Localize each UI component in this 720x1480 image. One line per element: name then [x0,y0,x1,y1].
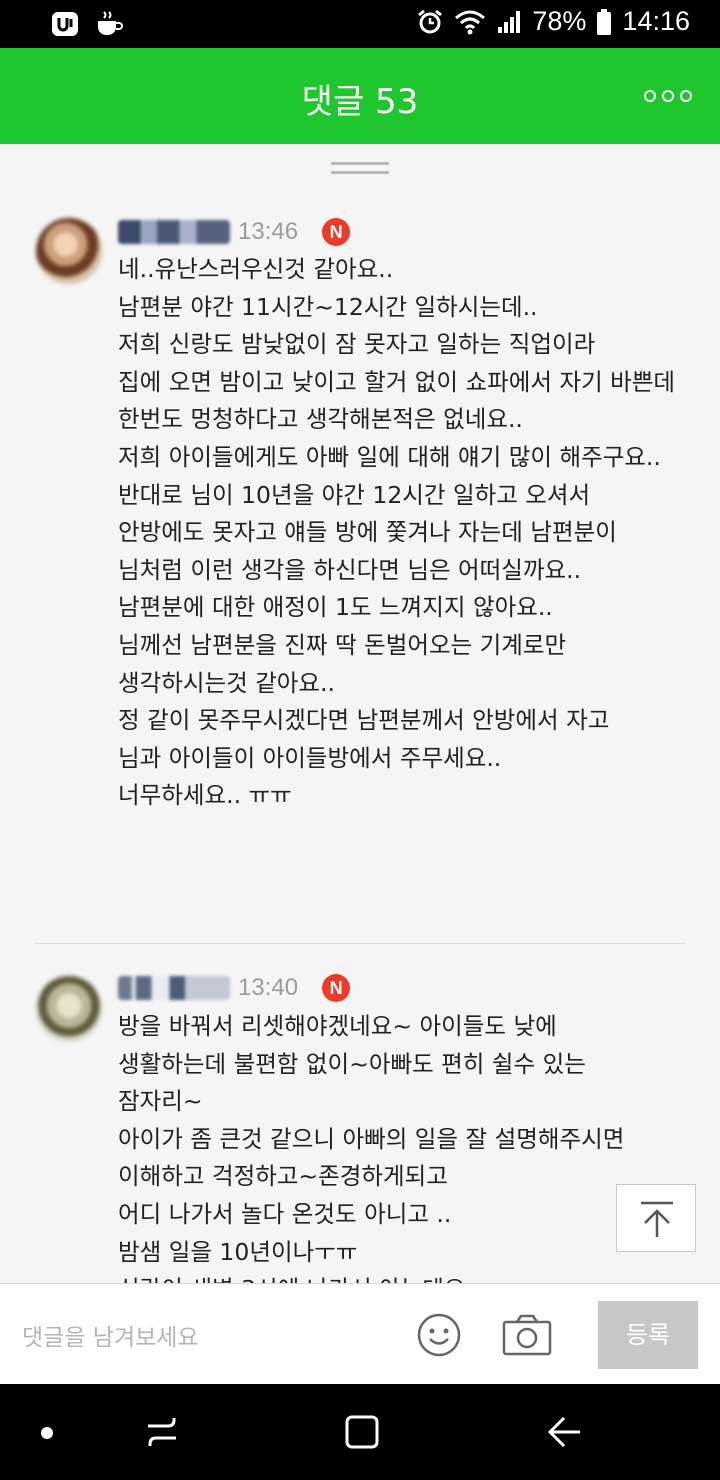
alarm-icon [418,9,443,33]
wifi-icon [455,10,486,34]
drag-handle[interactable] [331,162,389,176]
more-horizontal-icon [644,90,656,102]
home-icon[interactable] [344,1414,380,1450]
battery-percent: 78% [532,6,587,36]
comment-time: 13:46 [238,218,299,245]
comment-time: 13:40 [238,974,299,1001]
comment-divider [34,943,686,944]
comment-input-bar: 댓글을 남겨보세요 등록 [0,1283,720,1384]
scroll-to-top-button[interactable] [616,1184,696,1252]
avatar[interactable] [36,218,102,284]
system-navigation-bar [0,1384,720,1480]
status-bar: 78% 14:16 [0,0,720,48]
page-title: 댓글 53 [301,82,419,122]
smiley-icon[interactable] [416,1312,462,1358]
comment-text: 네..유난스러우신것 같아요.. 남편분 야간 11시간~12시간 일하시는데.… [118,255,676,810]
signal-icon [498,10,521,33]
coffee-icon [98,11,123,35]
back-icon[interactable] [546,1414,582,1450]
notification-icons [50,9,124,39]
nickname-blurred[interactable] [118,220,230,244]
clock: 14:16 [622,6,690,36]
comment-meta: 13:46 N [118,216,351,248]
dot-icon[interactable] [40,1426,54,1440]
nickname-blurred[interactable] [118,976,230,1000]
arrow-up-icon [641,1201,673,1237]
recent-apps-icon[interactable] [144,1414,180,1450]
comment-input[interactable]: 댓글을 남겨보세요 [22,1318,199,1352]
app-header: 댓글 53 [0,48,720,144]
comment-text: 방을 바꿔서 리셋해야겠네요~ 아이들도 낮에 생활하는데 불편함 없이~아빠도… [118,1012,625,1283]
avatar[interactable] [36,976,102,1042]
more-options-button[interactable] [644,84,694,108]
camera-icon[interactable] [502,1314,552,1356]
new-badge: N [322,218,351,246]
battery-icon [597,8,612,35]
comment-list[interactable]: 13:46 N 네..유난스러우신것 같아요.. 남편분 야간 11시간~12시… [0,144,720,1283]
u-plus-app-icon [52,12,78,36]
system-indicators: 78% 14:16 [416,6,690,37]
new-badge: N [322,974,351,1002]
submit-button[interactable]: 등록 [598,1301,698,1369]
comment-meta: 13:40 N [118,972,351,1004]
